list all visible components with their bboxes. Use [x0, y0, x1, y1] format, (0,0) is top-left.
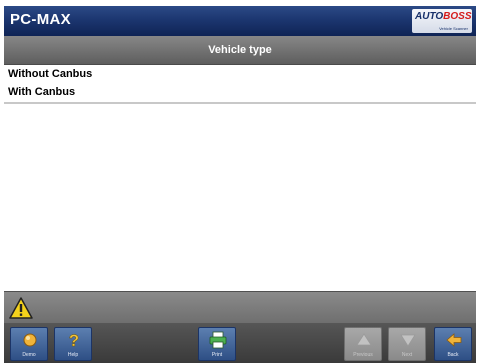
- brand-name: AUTOBOSS: [415, 11, 472, 22]
- print-button-label: Print: [211, 352, 223, 358]
- warning-icon: [9, 297, 33, 319]
- title-bar: PC-MAX AUTOBOSS Vehicle Scanner: [4, 6, 476, 37]
- list-divider: [4, 102, 476, 104]
- help-icon: ?: [69, 331, 80, 349]
- print-icon: [209, 331, 227, 349]
- previous-button[interactable]: Previous: [344, 327, 382, 361]
- brand-suffix: BOSS: [443, 11, 472, 22]
- demo-button-label: Demo: [22, 352, 36, 358]
- print-button[interactable]: Print: [198, 327, 236, 361]
- list-item-without-canbus[interactable]: Without Canbus: [4, 65, 476, 83]
- app-window: PC-MAX AUTOBOSS Vehicle Scanner Vehicle …: [0, 0, 478, 363]
- page-title: Vehicle type: [208, 44, 272, 56]
- status-bar: [4, 291, 476, 324]
- back-icon: [446, 333, 462, 347]
- help-button-label: Help: [67, 352, 79, 358]
- demo-button[interactable]: Demo: [10, 327, 48, 361]
- svg-text:?: ?: [69, 331, 79, 349]
- vehicle-type-list: Without Canbus With Canbus: [4, 65, 476, 291]
- section-header: Vehicle type: [4, 36, 476, 65]
- help-button[interactable]: ? Help: [54, 327, 92, 361]
- back-button-label: Back: [447, 352, 459, 358]
- brand-tagline: Vehicle Scanner: [439, 26, 468, 31]
- brand-prefix: AUTO: [415, 11, 444, 22]
- app-title: PC-MAX: [10, 11, 71, 28]
- list-item-with-canbus[interactable]: With Canbus: [4, 83, 476, 101]
- next-button[interactable]: Next: [388, 327, 426, 361]
- toolbar: Demo ? Help Print Previous Next Back: [4, 323, 476, 363]
- previous-icon: [356, 333, 372, 346]
- brand-logo: AUTOBOSS Vehicle Scanner: [412, 9, 472, 33]
- previous-button-label: Previous: [353, 352, 373, 358]
- next-icon: [400, 334, 416, 347]
- next-button-label: Next: [401, 352, 413, 358]
- demo-icon: [23, 333, 37, 347]
- back-button[interactable]: Back: [434, 327, 472, 361]
